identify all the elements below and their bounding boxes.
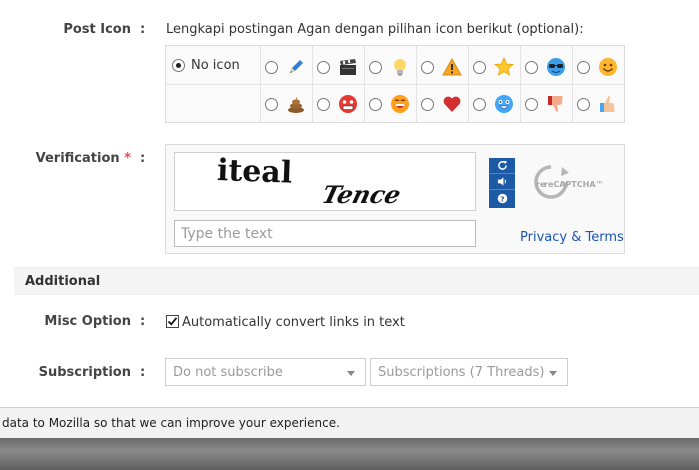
laughing-face-icon (391, 95, 409, 113)
checkmark-icon (167, 317, 178, 326)
misc-option-colon: : (140, 314, 146, 329)
help-icon: ? (497, 193, 507, 203)
post-icon-label: Post Icon (63, 22, 131, 37)
pencil-icon (290, 60, 303, 73)
icon-option-poop[interactable] (265, 94, 306, 114)
icon-option-thumbs-up[interactable] (577, 94, 618, 114)
help-captcha-button[interactable]: ? (489, 190, 515, 206)
icon-option-star[interactable] (473, 57, 514, 77)
captcha-word-1: iteal (216, 153, 292, 191)
icon-radio[interactable] (577, 97, 590, 111)
surprised-blue-face-icon (495, 95, 513, 113)
poop-icon (288, 97, 304, 113)
table-divider (364, 46, 365, 122)
icon-radio[interactable] (265, 60, 278, 74)
no-icon-radio[interactable] (172, 59, 185, 72)
table-divider (468, 46, 469, 122)
captcha-image: iteal Tence (174, 152, 476, 211)
heart-icon (443, 96, 461, 112)
privacy-terms-link[interactable]: Privacy & Terms (520, 230, 624, 245)
verification-label-text: Verification (35, 151, 120, 166)
icon-option-thumbs-down[interactable] (525, 94, 566, 114)
icon-option-surprised[interactable] (473, 94, 514, 114)
icon-option-clapper[interactable] (317, 57, 358, 77)
subscription-select-value: Do not subscribe (173, 365, 283, 380)
subscription-select[interactable]: Do not subscribe (165, 358, 366, 386)
post-icon-intro: Lengkapi postingan Agan dengan pilihan i… (166, 22, 584, 37)
recaptcha-widget: iteal Tence ? re r (165, 144, 625, 254)
subscriptions-threads-select[interactable]: Subscriptions (7 Threads) (370, 358, 568, 386)
icon-radio[interactable] (317, 97, 330, 111)
table-divider (166, 84, 624, 85)
icon-option-bulb[interactable] (369, 57, 410, 77)
table-divider (260, 46, 261, 122)
audio-captcha-button[interactable] (489, 174, 515, 190)
angry-red-face-icon (339, 95, 357, 113)
icon-radio[interactable] (369, 60, 382, 74)
icon-radio[interactable] (317, 60, 330, 74)
recaptcha-logo: re reCAPTCHA™ (532, 163, 608, 207)
icon-radio[interactable] (421, 60, 434, 74)
background-image-strip (0, 438, 699, 470)
star-icon (494, 57, 514, 76)
icon-radio[interactable] (525, 97, 538, 111)
icon-option-heart[interactable] (421, 94, 462, 114)
smile-icon (599, 58, 617, 76)
warning-icon (442, 57, 462, 76)
misc-option-label: Misc Option (44, 314, 131, 329)
subscription-colon: : (140, 365, 146, 380)
cool-sunglasses-icon (547, 58, 565, 76)
no-icon-label: No icon (191, 58, 240, 73)
recaptcha-logo-text: reCAPTCHA™ (544, 180, 604, 189)
svg-text:?: ? (500, 194, 504, 203)
recaptcha-logo-icon: re reCAPTCHA™ (534, 165, 604, 199)
verification-label: Verification * (0, 151, 131, 166)
captcha-text-input[interactable] (174, 220, 476, 247)
icon-radio[interactable] (577, 60, 590, 74)
chevron-down-icon (549, 371, 557, 376)
icon-radio[interactable] (265, 97, 278, 111)
lightbulb-icon (394, 59, 406, 76)
icon-radio[interactable] (525, 60, 538, 74)
icon-radio[interactable] (421, 97, 434, 111)
subscriptions-threads-value: Subscriptions (7 Threads) (378, 365, 545, 380)
icon-option-cool[interactable] (525, 57, 566, 77)
icon-option-warning[interactable] (421, 57, 462, 77)
table-divider (520, 46, 521, 122)
icon-option-angry[interactable] (317, 94, 358, 114)
refresh-icon (497, 160, 507, 170)
reload-captcha-button[interactable] (489, 158, 515, 174)
thumbs-down-icon (548, 96, 563, 112)
speaker-icon (497, 177, 506, 186)
thumbs-up-icon (600, 96, 615, 112)
table-divider (572, 46, 573, 122)
post-icon-colon: : (140, 22, 146, 37)
icon-radio[interactable] (369, 97, 382, 111)
required-mark: * (124, 151, 131, 166)
data-collection-notice-bar: data to Mozilla so that we can improve y… (0, 407, 699, 438)
captcha-word-2: Tence (319, 180, 404, 209)
additional-title: Additional (25, 274, 101, 289)
verification-colon: : (140, 151, 146, 166)
table-divider (416, 46, 417, 122)
icon-radio[interactable] (473, 60, 486, 74)
additional-section-header: Additional (14, 267, 699, 295)
convert-links-label: Automatically convert links in text (182, 315, 405, 330)
icon-option-pencil[interactable] (265, 57, 306, 77)
clapperboard-icon (340, 59, 356, 75)
recaptcha-buttons: ? (489, 158, 515, 208)
notice-text: data to Mozilla so that we can improve y… (2, 416, 340, 430)
icon-option-laugh[interactable] (369, 94, 410, 114)
convert-links-checkbox[interactable] (166, 315, 179, 328)
chevron-down-icon (347, 371, 355, 376)
table-divider (312, 46, 313, 122)
subscription-label: Subscription (38, 365, 131, 380)
icon-option-smile[interactable] (577, 57, 618, 77)
no-icon-option[interactable]: No icon (172, 58, 240, 73)
post-icon-table: No icon (165, 45, 625, 123)
icon-radio[interactable] (473, 97, 486, 111)
